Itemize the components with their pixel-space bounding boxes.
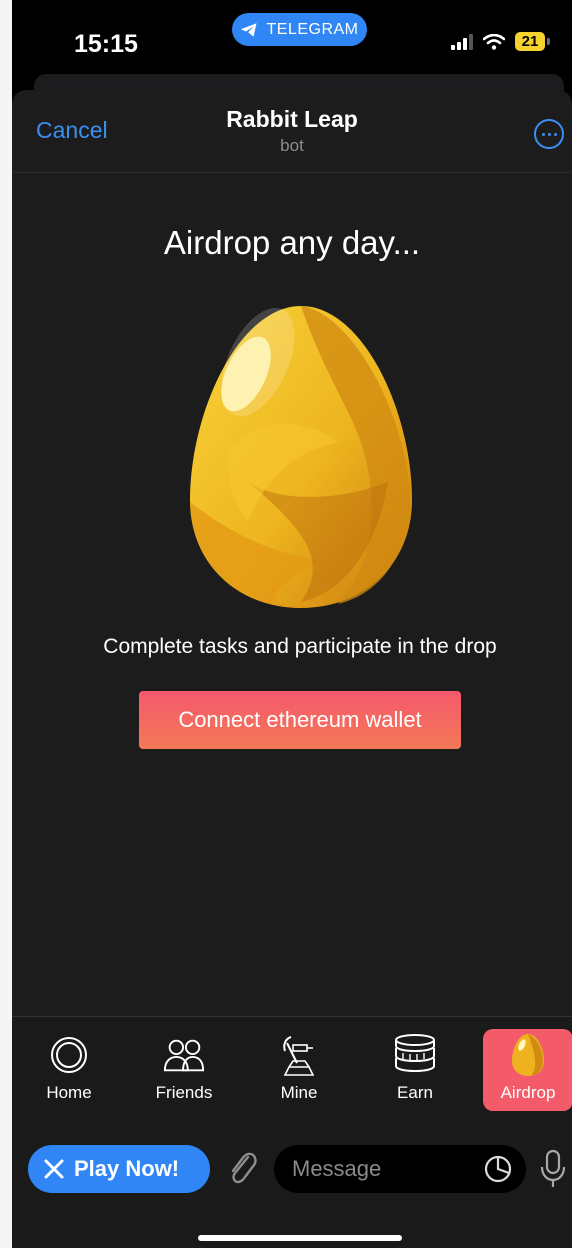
pickaxe-gold-icon (283, 1036, 315, 1076)
tab-label: Mine (280, 1083, 318, 1102)
page-title: Airdrop any day... (163, 224, 421, 261)
play-now-label: Play Now! (74, 1156, 180, 1181)
tab-home[interactable]: Home (24, 1029, 114, 1111)
wifi-icon (483, 33, 505, 50)
battery-icon: 21 (515, 32, 545, 51)
tab-airdrop[interactable]: Airdrop (483, 1029, 572, 1111)
tab-label: Airdrop (500, 1083, 556, 1102)
bottom-tab-bar: Home Friends Mine Earn Airdrop (12, 1016, 572, 1135)
tab-friends[interactable]: Friends (139, 1029, 229, 1111)
status-icons: 21 (451, 32, 550, 51)
chat-input-bar: Play Now! (12, 1135, 572, 1248)
connect-wallet-button[interactable]: Connect ethereum wallet (139, 691, 461, 749)
telegram-plane-icon (241, 22, 257, 37)
battery-level: 21 (521, 33, 539, 50)
close-icon (44, 1159, 64, 1179)
telegram-pill-label: TELEGRAM (266, 20, 359, 38)
friends-icon (163, 1039, 205, 1072)
paperclip-icon[interactable] (226, 1149, 258, 1187)
home-circle-icon (51, 1037, 87, 1073)
more-circle-icon[interactable] (534, 119, 564, 149)
battery-tip (547, 38, 550, 45)
coin-stack-icon (395, 1034, 435, 1073)
tab-label: Earn (397, 1083, 433, 1102)
tab-label: Friends (155, 1083, 213, 1102)
bot-subtitle: bot (280, 136, 304, 155)
sheet-header: Cancel Rabbit Leap bot (12, 90, 572, 173)
webapp-sheet: Cancel Rabbit Leap bot Airdrop any day..… (12, 90, 572, 1248)
description-text: Complete tasks and participate in the dr… (103, 635, 497, 658)
phone-screen: 15:15 TELEGRAM 21 Cancel Rabbit Leap bot… (12, 0, 572, 1248)
microphone-icon[interactable] (540, 1149, 566, 1189)
tab-earn[interactable]: Earn (370, 1029, 460, 1111)
tab-mine[interactable]: Mine (254, 1029, 344, 1111)
home-indicator[interactable] (198, 1235, 402, 1241)
bot-title: Rabbit Leap (226, 106, 358, 132)
sticker-icon[interactable] (484, 1155, 512, 1183)
telegram-pill[interactable]: TELEGRAM (232, 13, 367, 46)
status-time: 15:15 (74, 30, 138, 58)
tab-label: Home (46, 1083, 92, 1102)
signal-icon (451, 33, 473, 50)
play-now-button[interactable]: Play Now! (28, 1145, 210, 1193)
egg-icon (512, 1034, 544, 1076)
golden-egg-icon (190, 306, 412, 608)
